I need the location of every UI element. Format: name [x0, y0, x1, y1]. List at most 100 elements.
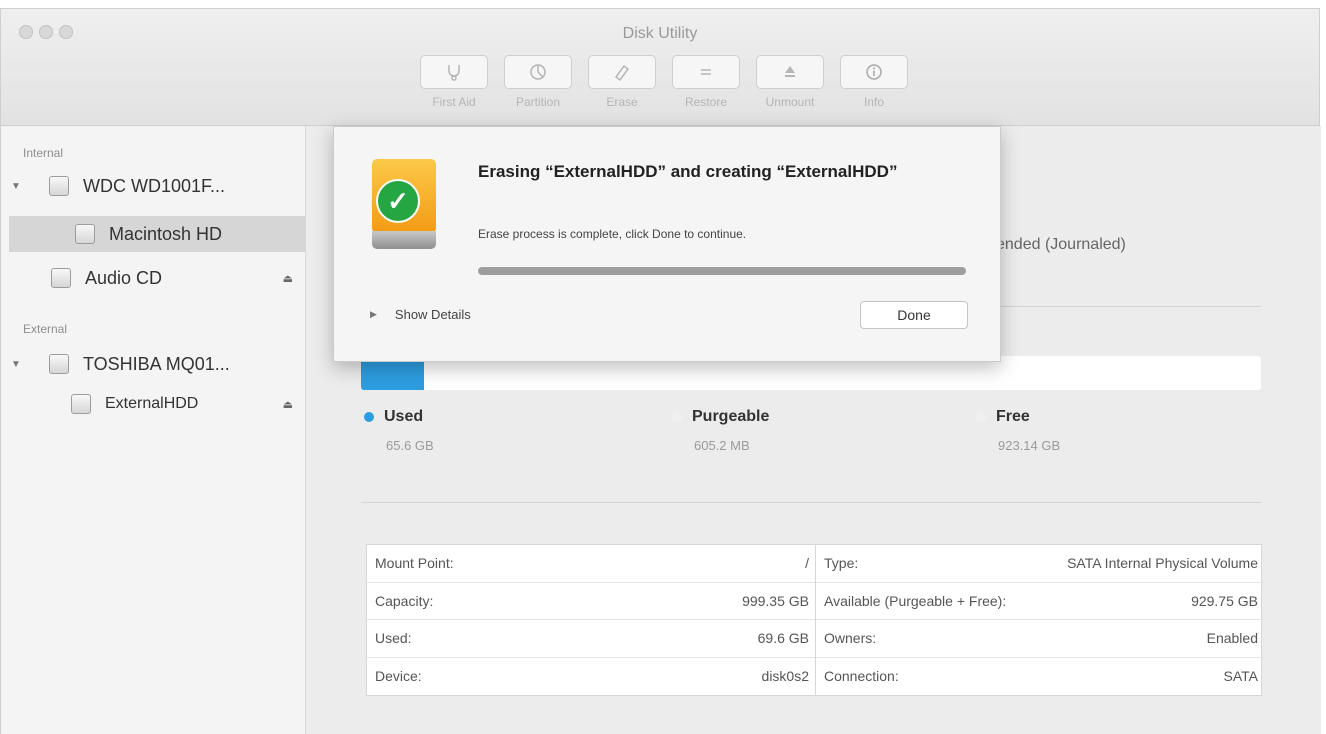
info-value: /: [805, 555, 809, 572]
filesystem-format-label: ended (Journaled): [996, 236, 1126, 253]
info-label: Mount Point:: [375, 555, 454, 572]
toolbar-erase[interactable]: Erase: [587, 55, 657, 109]
unmount-icon: [785, 66, 795, 77]
info-label: Info: [863, 95, 884, 109]
info-value: 999.35 GB: [742, 592, 809, 609]
info-row-connection: Connection: SATA: [816, 658, 1264, 696]
volume-icon: [71, 394, 91, 414]
sidebar-item-toshiba-disk[interactable]: ▼ TOSHIBA MQ01...: [9, 346, 305, 382]
info-label: Type:: [824, 555, 859, 572]
sidebar-item-label: TOSHIBA MQ01...: [83, 353, 230, 374]
info-icon: [866, 64, 882, 80]
cd-icon: [51, 268, 71, 288]
legend-purgeable-name: Purgeable: [692, 408, 770, 425]
info-button[interactable]: [840, 55, 908, 89]
info-label: Device:: [375, 668, 422, 685]
legend-purgeable: Purgeable 605.2 MB: [672, 408, 769, 453]
legend-used-name: Used: [384, 408, 424, 425]
show-details-disclosure[interactable]: ▶ Show Details: [370, 307, 471, 322]
info-value: SATA: [1223, 668, 1259, 685]
sidebar-item-externalhdd[interactable]: ExternalHDD ⏏: [9, 386, 305, 422]
legend-used: Used 65.6 GB: [364, 408, 434, 453]
titlebar: Disk Utility First Aid Partition Erase R…: [1, 9, 1319, 126]
disclosure-triangle-icon[interactable]: ▼: [9, 181, 23, 192]
info-value: 929.75 GB: [1191, 592, 1258, 609]
toolbar-info[interactable]: Info: [839, 55, 909, 109]
show-details-label: Show Details: [394, 307, 471, 322]
sidebar-header-external: External: [23, 322, 68, 336]
purgeable-dot-icon: [672, 412, 682, 422]
used-dot-icon: [364, 412, 374, 422]
disclosure-triangle-icon[interactable]: ▼: [9, 359, 23, 370]
info-row-device: Device: disk0s2: [367, 658, 815, 696]
free-dot-icon: [976, 412, 986, 422]
hard-disk-icon: [49, 176, 69, 196]
legend-free: Free 923.14 GB: [976, 408, 1060, 453]
erase-label: Erase: [606, 95, 638, 109]
toolbar: First Aid Partition Erase Restore Unmoun…: [419, 55, 909, 109]
sidebar-item-label: WDC WD1001F...: [83, 175, 226, 196]
toolbar-first-aid[interactable]: First Aid: [419, 55, 489, 109]
external-disk-icon: [49, 354, 69, 374]
info-row-available: Available (Purgeable + Free): 929.75 GB: [816, 583, 1264, 620]
sidebar-item-label: ExternalHDD: [105, 395, 199, 412]
partition-pie-icon: [530, 64, 546, 80]
sidebar-item-label: Macintosh HD: [109, 223, 223, 244]
stethoscope-icon: [448, 65, 460, 81]
info-label: Used:: [375, 630, 412, 647]
done-button[interactable]: Done: [860, 301, 968, 329]
partition-label: Partition: [515, 95, 561, 109]
erase-icon: [614, 64, 630, 81]
sidebar-item-audio-cd[interactable]: Audio CD ⏏: [9, 260, 305, 296]
info-column-left: Mount Point: / Capacity: 999.35 GB Used: 69…: [367, 545, 815, 695]
legend-free-value: 923.14 GB: [998, 438, 1061, 454]
divider: [361, 502, 1261, 503]
info-label: Owners:: [824, 630, 877, 647]
checkmark-icon: ✓: [376, 179, 420, 223]
restore-icon: [701, 69, 711, 75]
eject-icon[interactable]: ⏏: [283, 398, 293, 411]
toolbar-partition[interactable]: Partition: [503, 55, 573, 109]
dialog-message: Erase process is complete, click Done to…: [478, 227, 747, 241]
sidebar-item-label: Audio CD: [85, 267, 163, 288]
sidebar-header-internal: Internal: [23, 146, 64, 160]
info-label: Connection:: [824, 668, 899, 685]
erase-progress-bar: [478, 267, 966, 275]
unmount-label: Unmount: [765, 95, 815, 109]
restore-label: Restore: [684, 95, 728, 109]
legend-used-value: 65.6 GB: [386, 438, 434, 454]
partition-button[interactable]: [504, 55, 572, 89]
volume-icon: [75, 224, 95, 244]
info-row-type: Type: SATA Internal Physical Volume: [816, 545, 1264, 583]
erase-button[interactable]: [588, 55, 656, 89]
unmount-button[interactable]: [756, 55, 824, 89]
sidebar-item-macintosh-hd[interactable]: Macintosh HD: [9, 216, 305, 252]
sidebar-item-wdc-disk[interactable]: ▼ WDC WD1001F...: [9, 168, 305, 204]
restore-button[interactable]: [672, 55, 740, 89]
info-column-right: Type: SATA Internal Physical Volume Avail…: [815, 545, 1264, 695]
info-value: disk0s2: [761, 668, 809, 685]
info-label: Available (Purgeable + Free):: [824, 592, 1007, 609]
info-row-capacity: Capacity: 999.35 GB: [367, 583, 815, 620]
info-value: SATA Internal Physical Volume: [1067, 555, 1258, 572]
erase-progress-fill: [478, 267, 966, 275]
legend-purgeable-value: 605.2 MB: [694, 438, 750, 454]
first-aid-button[interactable]: [420, 55, 488, 89]
info-row-mount-point: Mount Point: /: [367, 545, 815, 583]
info-label: Capacity:: [375, 592, 434, 609]
drive-base: [372, 231, 436, 249]
info-value: Enabled: [1206, 630, 1258, 647]
info-row-used: Used: 69.6 GB: [367, 620, 815, 658]
volume-info-table: Mount Point: / Capacity: 999.35 GB Used: 69…: [366, 544, 1264, 696]
sidebar: Internal ▼ WDC WD1001F... Macintosh HD A…: [1, 126, 306, 734]
disk-utility-window: Disk Utility First Aid Partition Erase R…: [0, 8, 1321, 734]
first-aid-label: First Aid: [432, 95, 476, 109]
eject-icon[interactable]: ⏏: [283, 272, 293, 285]
toolbar-unmount[interactable]: Unmount: [755, 55, 825, 109]
dialog-title: Erasing “ExternalHDD” and creating “Exte…: [478, 162, 898, 181]
disclosure-triangle-right-icon[interactable]: ▶: [370, 309, 377, 320]
toolbar-restore[interactable]: Restore: [671, 55, 741, 109]
erase-progress-dialog: ✓ Erasing “ExternalHDD” and creating “Ex…: [333, 126, 1001, 362]
legend-free-name: Free: [996, 408, 1030, 425]
window-title: Disk Utility: [622, 25, 698, 42]
